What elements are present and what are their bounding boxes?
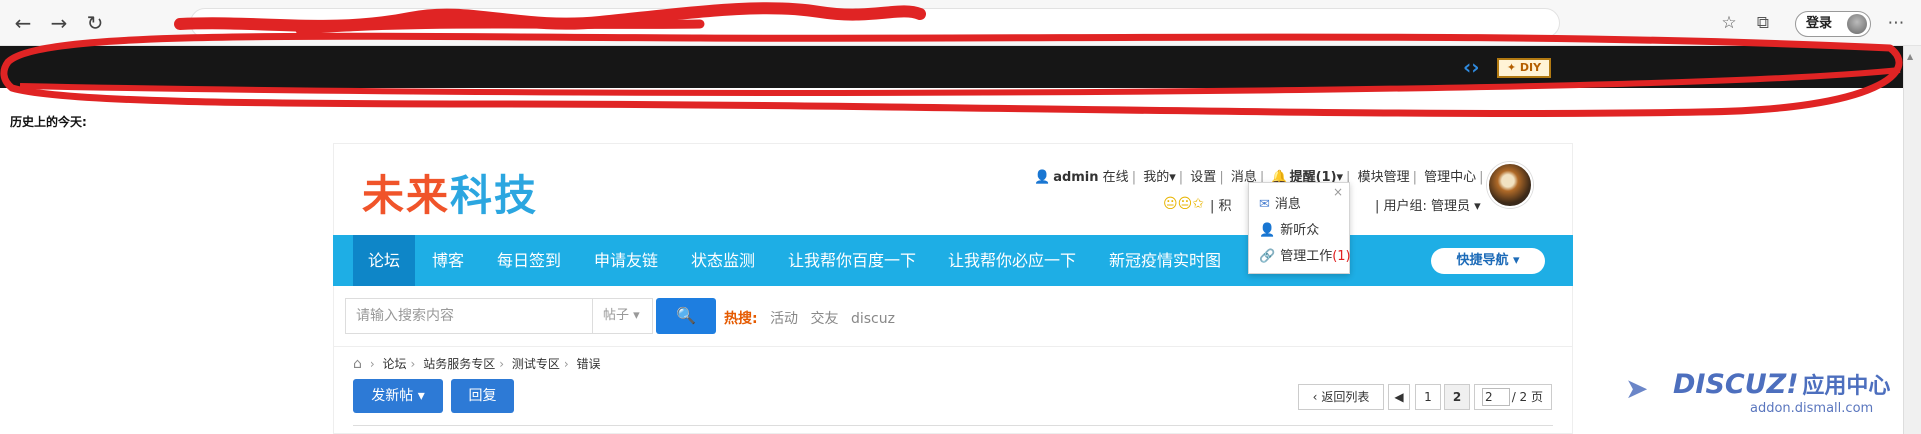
chevron-left-icon: ‹ [1312, 390, 1318, 404]
nav-item-forum[interactable]: 论坛 [353, 235, 416, 286]
back-to-list-label: 返回列表 [1321, 390, 1370, 404]
divider [353, 425, 1553, 426]
reply-button[interactable]: 回复 [451, 379, 514, 413]
new-post-button[interactable]: 发新帖 ▾ [353, 379, 443, 413]
hot-search-label: 热搜: [724, 311, 758, 327]
scroll-up-icon[interactable]: ▲ [1907, 52, 1915, 61]
points-link[interactable]: | 积 [1210, 195, 1232, 214]
breadcrumb-item[interactable]: 测试专区 [512, 357, 560, 371]
nav-item-friend-links[interactable]: 申请友链 [594, 235, 658, 286]
quick-nav-button[interactable]: 快捷导航 ▾ [1431, 248, 1545, 274]
points-label: 积 [1218, 199, 1232, 214]
my-menu[interactable]: 我的 [1143, 170, 1169, 185]
nav-item-status-monitor[interactable]: 状态监测 [691, 235, 755, 286]
search-type-select[interactable]: 帖子 ▾ [593, 298, 653, 334]
user-group-label: 用户组: 管理员 [1383, 199, 1471, 214]
page-1-button[interactable]: 1 [1415, 384, 1441, 410]
hot-word-link[interactable]: 交友 [811, 311, 839, 327]
site-topbar [0, 46, 1903, 88]
breadcrumb-item[interactable]: 站务服务专区 [423, 357, 495, 371]
hot-word-link[interactable]: 活动 [770, 311, 798, 327]
search-type-label: 帖子 [603, 308, 630, 323]
breadcrumb-item[interactable]: 错误 [577, 357, 601, 371]
admin-center-link[interactable]: 管理中心 [1424, 170, 1476, 185]
dropdown-item-manage-work[interactable]: 🔗 管理工作(1) [1259, 245, 1351, 264]
dropdown-item-new-followers[interactable]: 👤 新听众 [1259, 219, 1319, 238]
emoji-badges-icon: 😐😐✩ [1163, 196, 1204, 212]
forward-icon[interactable]: → [46, 10, 72, 36]
diy-button[interactable]: ✦ DIY [1497, 58, 1551, 78]
user-avatar[interactable] [1487, 162, 1533, 208]
logo-part-2: 科技 [450, 171, 539, 220]
history-today-label: 历史上的今天: [10, 115, 87, 129]
collections-icon[interactable]: ⧉ [1752, 12, 1774, 34]
dropdown-label: 消息 [1274, 197, 1301, 212]
dropdown-label: 新听众 [1280, 223, 1320, 238]
discuz-watermark: ➤ DISCUZ! 应用中心 addon.dismall.com [1625, 368, 1891, 416]
nav-item-covid-map[interactable]: 新冠疫情实时图 [1109, 235, 1221, 286]
new-post-label: 发新帖 [371, 388, 414, 404]
chevron-down-icon: ▾ [1169, 170, 1176, 185]
back-icon[interactable]: ← [10, 10, 36, 36]
refresh-icon[interactable]: ↻ [82, 10, 108, 36]
page-2-button[interactable]: 2 [1444, 384, 1470, 410]
browser-login-label: 登录 [1806, 16, 1833, 31]
user-icon: 👤 [1259, 223, 1276, 238]
online-status: 在线 [1102, 170, 1129, 185]
breadcrumb-item[interactable]: 论坛 [383, 357, 407, 371]
prev-page-button[interactable]: ◀ [1388, 384, 1410, 410]
mail-icon: ✉ [1259, 197, 1270, 212]
nav-item-bing[interactable]: 让我帮你必应一下 [948, 235, 1076, 286]
site-logo[interactable]: 未来科技 [362, 162, 538, 223]
search-button[interactable]: 🔍 [656, 298, 716, 334]
user-icon: 👤 [1034, 170, 1051, 185]
close-icon[interactable]: × [1333, 185, 1343, 199]
hot-search: 热搜: 活动 交友 discuz [724, 308, 895, 328]
page-scrollbar[interactable] [1903, 46, 1921, 434]
search-input[interactable]: 请输入搜索内容 [345, 298, 593, 334]
nav-item-daily-signin[interactable]: 每日签到 [497, 235, 561, 286]
home-icon[interactable]: ⌂ [353, 356, 362, 372]
address-bar[interactable] [190, 8, 1560, 38]
page-total: / 2 页 [1511, 390, 1543, 404]
settings-link[interactable]: 设置 [1190, 170, 1216, 185]
breadcrumb: ⌂ › 论坛 › 站务服务专区 › 测试专区 › 错误 [353, 356, 601, 372]
caret-left-icon: ◀ [1394, 390, 1404, 404]
hot-word-link[interactable]: discuz [851, 311, 895, 327]
watermark-domain: addon.dismall.com [1750, 401, 1874, 416]
username-link[interactable]: admin [1053, 170, 1098, 185]
profile-avatar [1847, 14, 1867, 34]
watermark-suffix: 应用中心 [1802, 374, 1891, 399]
favorite-star-icon[interactable]: ☆ [1718, 12, 1740, 34]
link-icon: 🔗 [1259, 249, 1276, 264]
dropdown-label: 管理工作 [1280, 249, 1333, 264]
user-group-menu[interactable]: | 用户组: 管理员 ▾ [1375, 195, 1481, 214]
manage-count-badge: (1) [1332, 249, 1351, 264]
code-icon[interactable]: ‹› [1463, 55, 1479, 79]
search-icon: 🔍 [676, 306, 696, 325]
watermark-brand: DISCUZ! [1673, 369, 1799, 400]
dropdown-item-messages[interactable]: ✉ 消息 [1259, 193, 1301, 212]
logo-part-1: 未来 [362, 171, 451, 220]
quick-nav-label: 快捷导航 [1456, 253, 1509, 268]
paper-plane-icon: ➤ [1625, 372, 1649, 405]
browser-login-button[interactable]: 登录 [1795, 11, 1871, 37]
module-manage-link[interactable]: 模块管理 [1358, 170, 1410, 185]
more-menu-icon[interactable]: ⋯ [1885, 12, 1907, 34]
back-to-list-button[interactable]: ‹ 返回列表 [1298, 384, 1384, 410]
diy-label: DIY [1519, 61, 1542, 74]
reminder-dropdown: × ✉ 消息 👤 新听众 🔗 管理工作(1) [1248, 182, 1351, 274]
page-number-input[interactable]: 2 [1482, 388, 1510, 406]
nav-item-baidu[interactable]: 让我帮你百度一下 [788, 235, 916, 286]
nav-item-blog[interactable]: 博客 [432, 235, 464, 286]
divider [333, 346, 1573, 347]
